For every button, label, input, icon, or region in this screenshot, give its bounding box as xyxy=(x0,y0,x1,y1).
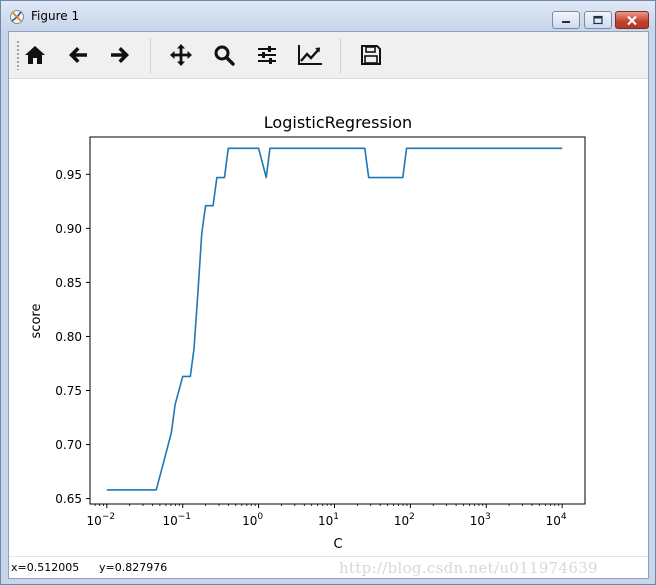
home-icon xyxy=(25,46,45,64)
y-axis: 0.65 0.70 0.75 0.80 0.85 0.90 0.95 xyxy=(55,168,90,506)
y-tick-label: 0.85 xyxy=(55,276,82,290)
toolbar-separator xyxy=(150,38,151,74)
save-button[interactable] xyxy=(357,41,385,69)
y-tick-label: 0.75 xyxy=(55,384,82,398)
zoom-button[interactable] xyxy=(210,41,238,69)
pan-button[interactable] xyxy=(167,41,195,69)
watermark: http://blog.csdn.net/u011974639 xyxy=(339,559,598,577)
home-button[interactable] xyxy=(21,41,49,69)
x-tick-label: 10−2 xyxy=(87,512,116,528)
status-bar: x=0.512005 y=0.827976 http://blog.csdn.n… xyxy=(9,556,648,578)
window-title: Figure 1 xyxy=(31,9,80,23)
x-tick-label: 101 xyxy=(318,512,339,528)
axes-frame xyxy=(89,136,586,505)
chart-title: LogisticRegression xyxy=(264,113,412,132)
forward-arrow-icon xyxy=(111,47,129,63)
app-icon xyxy=(10,10,24,24)
toolbar-separator xyxy=(340,38,341,74)
y-tick-label: 0.65 xyxy=(55,492,82,506)
navigation-toolbar xyxy=(9,32,648,79)
pan-icon xyxy=(170,44,192,66)
x-tick-label: 100 xyxy=(242,512,263,528)
plot-area[interactable]: LogisticRegression 0.65 0.70 0.75 0.80 0.85 0… xyxy=(9,80,648,556)
maximize-button[interactable] xyxy=(584,11,612,29)
close-button[interactable] xyxy=(615,11,649,29)
forward-button[interactable] xyxy=(106,41,134,69)
figure-canvas-container: LogisticRegression 0.65 0.70 0.75 0.80 0.85 0… xyxy=(8,31,649,579)
subplots-button[interactable] xyxy=(253,41,281,69)
line-chart[interactable]: LogisticRegression 0.650.700.750.800.850… xyxy=(9,80,648,556)
cursor-x-readout: x=0.512005 xyxy=(11,561,80,574)
x-tick-label: 102 xyxy=(394,512,415,528)
figure-window: Figure 1 LogisticRegression 0.65 0.70 0.… xyxy=(0,0,656,585)
series-line-0 xyxy=(106,147,563,491)
back-arrow-icon xyxy=(69,47,87,63)
series-layer xyxy=(106,147,563,491)
close-icon xyxy=(627,15,637,25)
minimize-icon xyxy=(562,21,570,23)
zoom-icon xyxy=(214,45,235,66)
x-tick-label: 10−1 xyxy=(162,512,191,528)
edit-axis-icon xyxy=(298,45,322,65)
toolbar-grip[interactable] xyxy=(16,40,20,70)
y-axis-label: score xyxy=(29,304,44,339)
maximize-icon xyxy=(593,15,603,25)
y-tick-label: 0.80 xyxy=(55,330,82,344)
save-icon xyxy=(361,45,381,65)
x-axis-label: C xyxy=(333,537,342,552)
minimize-button[interactable] xyxy=(552,11,580,29)
cursor-y-readout: y=0.827976 xyxy=(99,561,168,574)
x-tick-label: 103 xyxy=(470,512,491,528)
subplots-icon xyxy=(258,46,276,64)
x-tick-label: 104 xyxy=(546,512,567,528)
back-button[interactable] xyxy=(64,41,92,69)
y-tick-label: 0.90 xyxy=(55,222,82,236)
edit-axis-button[interactable] xyxy=(296,41,324,69)
y-tick-label: 0.95 xyxy=(55,168,82,182)
title-bar[interactable]: Figure 1 xyxy=(1,1,655,31)
x-axis: 10−2 10−1 100 101 102 103 104 xyxy=(87,504,567,528)
y-tick-label: 0.70 xyxy=(55,438,82,452)
